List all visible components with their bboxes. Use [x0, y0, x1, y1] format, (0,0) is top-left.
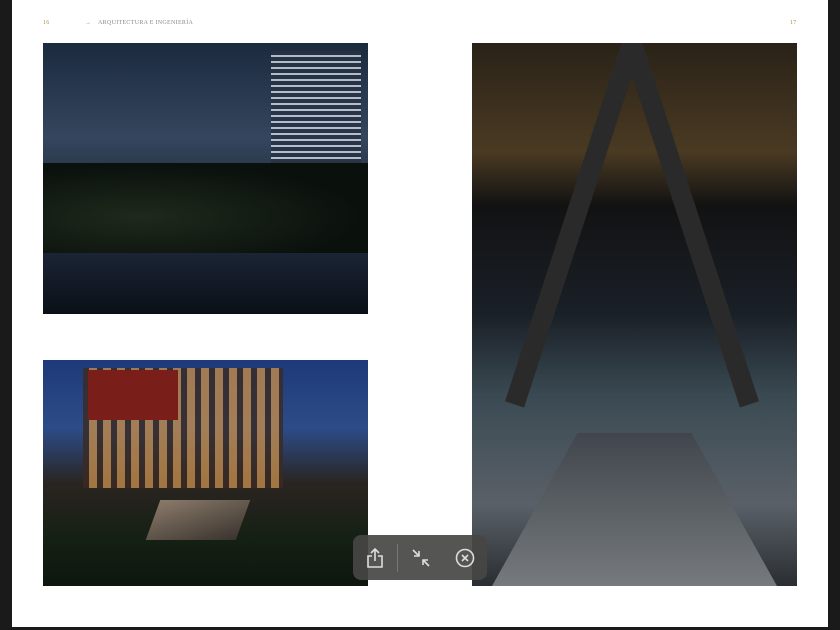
water — [43, 253, 368, 314]
viewer-toolbar — [353, 535, 487, 580]
close-icon — [455, 548, 475, 567]
right-page-number: 17 — [790, 20, 797, 26]
steel-beam — [505, 43, 642, 408]
minimize-button[interactable] — [398, 535, 444, 580]
close-button[interactable] — [443, 535, 487, 580]
bench — [145, 500, 251, 540]
photo-steel-bridge — [472, 43, 797, 586]
bridge-floor — [492, 433, 777, 586]
steel-beam — [622, 43, 759, 408]
minimize-icon — [411, 548, 430, 567]
share-button[interactable] — [353, 535, 397, 580]
document-page: 16 → ARQUITECTURA E INGENIERÍA 17 — [12, 0, 828, 627]
photo-night-towers — [43, 43, 368, 314]
trees — [43, 163, 368, 253]
header-arrow: → — [85, 20, 92, 26]
photo-glass-building — [43, 360, 368, 586]
share-icon — [367, 547, 383, 568]
left-page-number: 16 — [43, 20, 50, 26]
section-title: ARQUITECTURA E INGENIERÍA — [98, 20, 194, 26]
red-facade — [88, 370, 178, 420]
